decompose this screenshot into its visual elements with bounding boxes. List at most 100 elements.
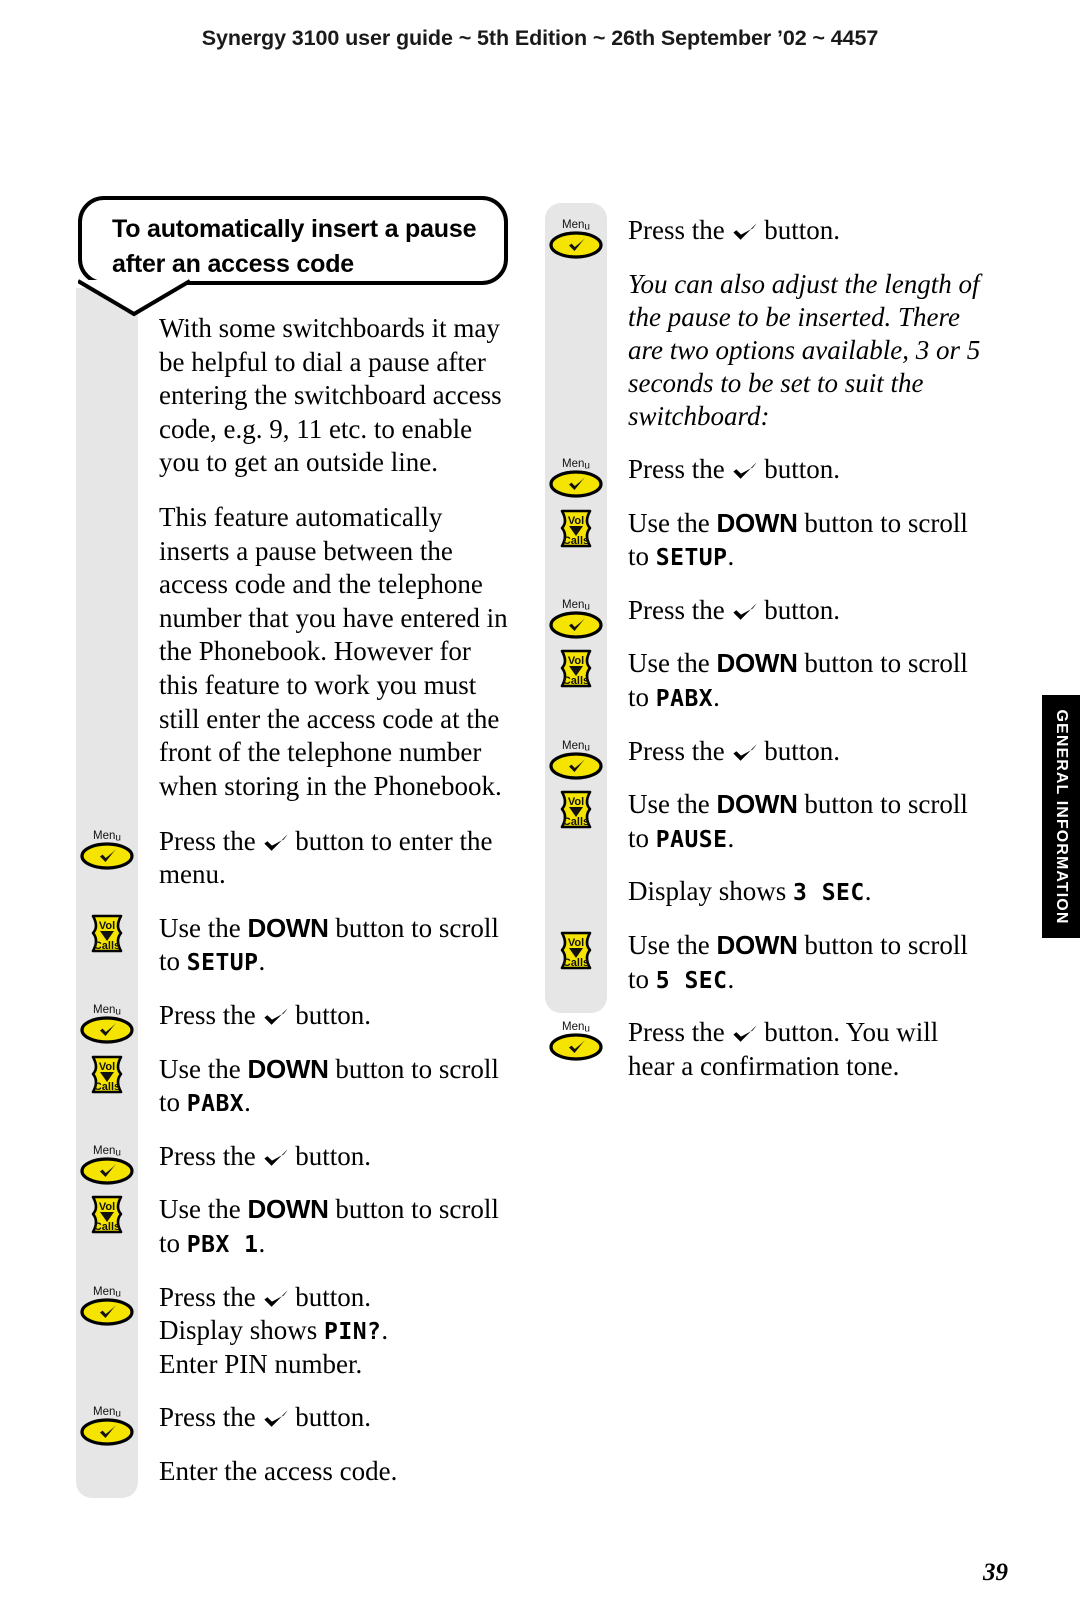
instruction-step: Press the button. Display shows PIN?. Ente… [159, 1281, 511, 1382]
step-text: Use the [628, 789, 717, 820]
step-text: button. [757, 453, 841, 484]
step-text: . [258, 1228, 266, 1259]
menu-key-icon[interactable]: Menu [545, 1016, 607, 1062]
menu-key-icon[interactable]: Menu [76, 1401, 138, 1447]
step-text: button. [288, 1140, 372, 1171]
step-text: Use the [628, 930, 717, 961]
vol-calls-key-icon[interactable]: Vol Calls [76, 910, 138, 956]
svg-text:Vol: Vol [568, 796, 584, 808]
menu-key-icon[interactable]: Menu [76, 1140, 138, 1186]
tick-check-icon [263, 1289, 289, 1309]
instruction-step: Press the button to enter the menu. [159, 825, 511, 892]
body-paragraph: With some switchboards it may be helpful… [159, 313, 502, 478]
svg-text:Menu: Menu [562, 1021, 590, 1035]
tick-check-icon [732, 222, 758, 242]
step-text: Use the [628, 507, 717, 538]
tick-check-icon [732, 1024, 758, 1044]
menu-key-icon[interactable]: Menu [76, 825, 138, 871]
step-text: . [727, 963, 735, 994]
instruction-step: Use the DOWN button to scroll to PABX. [628, 647, 983, 714]
callout-tail-icon [78, 279, 192, 317]
section-thumb-tab: GENERAL INFORMATION [1042, 695, 1080, 938]
step-text: button. [288, 1402, 372, 1433]
step-text: button. [757, 735, 841, 766]
menu-key-icon[interactable]: Menu [545, 594, 607, 640]
menu-key-icon[interactable]: Menu [76, 1281, 138, 1327]
vol-calls-key-icon[interactable]: Vol Calls [76, 1051, 138, 1097]
down-button-label: DOWN [247, 1053, 329, 1084]
step-text: Press the [628, 453, 732, 484]
instruction-step: Use the DOWN button to scroll to PABX. [159, 1053, 511, 1120]
lcd-display-text: PBX 1 [186, 1232, 259, 1259]
page-title: To automatically insert a pause after an… [112, 215, 477, 278]
svg-text:Calls: Calls [94, 940, 120, 952]
instruction-step: Press the button. [159, 1401, 511, 1435]
down-button-label: DOWN [247, 1194, 329, 1225]
step-text: button. [288, 1281, 372, 1312]
step-text: Use the [159, 912, 248, 943]
step-text: button. [288, 999, 372, 1030]
step-text: button. [757, 215, 841, 245]
svg-text:Calls: Calls [563, 675, 589, 687]
step-text: Press the [628, 735, 732, 766]
svg-text:Menu: Menu [562, 740, 590, 754]
lcd-display-text: PABX [186, 1091, 245, 1118]
svg-text:Menu: Menu [562, 458, 590, 472]
svg-text:Menu: Menu [562, 599, 590, 613]
down-button-label: DOWN [716, 789, 798, 820]
instruction-step: Use the DOWN button to scroll to SETUP. [159, 912, 511, 979]
lcd-display-text: PABX [655, 685, 714, 712]
step-text: Press the [159, 999, 263, 1030]
step-text: Enter PIN number. [159, 1348, 363, 1379]
instruction-step: Use the DOWN button to scroll to 5 SEC. [628, 929, 983, 996]
down-button-label: DOWN [716, 507, 798, 538]
svg-text:Menu: Menu [93, 1406, 121, 1420]
step-text: Use the [159, 1053, 248, 1084]
menu-key-icon[interactable]: Menu [545, 735, 607, 781]
step-text: . [258, 946, 266, 977]
vol-calls-key-icon[interactable]: Vol Calls [76, 1191, 138, 1237]
instruction-step: Press the button. [628, 453, 983, 487]
running-head: Synergy 3100 user guide ~ 5th Edition ~ … [201, 26, 879, 50]
vol-calls-key-icon[interactable]: Vol Calls [545, 645, 607, 691]
step-text: Enter the access code. [159, 1456, 398, 1487]
svg-text:Menu: Menu [562, 219, 590, 233]
vol-calls-key-icon[interactable]: Vol Calls [545, 505, 607, 551]
tick-check-icon [263, 1409, 289, 1429]
svg-text:Calls: Calls [563, 535, 589, 547]
instruction-step: You can also adjust the length of the pa… [628, 268, 983, 433]
svg-text:Vol: Vol [99, 920, 115, 932]
lcd-display-text: 3 SEC [793, 880, 865, 907]
step-text: Display shows [159, 1315, 325, 1346]
vol-calls-key-icon[interactable]: Vol Calls [545, 786, 607, 832]
instruction-step: Press the button. [628, 735, 983, 769]
instruction-step: Press the button. [628, 214, 983, 248]
thumb-tab-label: GENERAL INFORMATION [1053, 709, 1070, 924]
instruction-step: Use the DOWN button to scroll to SETUP. [628, 507, 983, 574]
instruction-step: Use the DOWN button to scroll to PBX 1. [159, 1193, 511, 1260]
svg-text:Menu: Menu [93, 1145, 121, 1159]
instruction-step: Press the button. [628, 594, 983, 628]
instruction-step: Use the DOWN button to scroll to PAUSE. [628, 788, 983, 855]
svg-text:Vol: Vol [568, 655, 584, 667]
svg-text:Calls: Calls [94, 1221, 120, 1233]
right-column: Press the button. You can also adjust the… [628, 214, 983, 1103]
menu-key-icon[interactable]: Menu [76, 999, 138, 1045]
step-text: . [727, 541, 735, 572]
step-text: . [864, 876, 872, 907]
step-text: . [727, 822, 735, 853]
step-text: Press the [628, 1017, 732, 1048]
down-button-label: DOWN [716, 930, 798, 961]
step-text: . [381, 1315, 389, 1346]
instruction-step: Press the button. [159, 1140, 511, 1174]
menu-key-icon[interactable]: Menu [545, 214, 607, 260]
instruction-step: Press the button. [159, 999, 511, 1033]
left-column: With some switchboards it may be helpful… [159, 312, 511, 1509]
menu-key-icon[interactable]: Menu [545, 453, 607, 499]
lcd-display-text: PIN? [324, 1319, 382, 1346]
step-text: Press the [628, 594, 732, 625]
section-callout: To automatically insert a pause after an… [78, 196, 508, 285]
step-text: Press the [159, 1140, 263, 1171]
svg-text:Calls: Calls [563, 816, 589, 828]
vol-calls-key-icon[interactable]: Vol Calls [545, 927, 607, 973]
